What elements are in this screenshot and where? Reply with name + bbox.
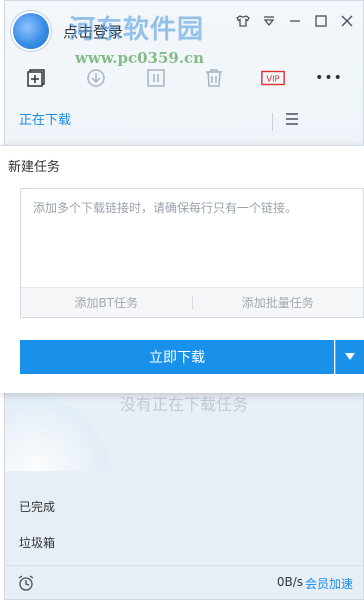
download-start-icon[interactable] [83,65,109,91]
add-batch-task-button[interactable]: 添加批量任务 [193,294,364,311]
trash-icon[interactable] [201,65,227,91]
vip-speed-link[interactable]: 会员加速 [305,575,353,592]
empty-area: 没有正在下载任务 [5,391,363,471]
status-bar: 0B/s 会员加速 [5,565,363,599]
download-speed: 0B/s [276,575,303,589]
add-bt-task-button[interactable]: 添加BT任务 [21,294,192,311]
download-now-button[interactable]: 立即下载 [20,340,334,374]
close-icon[interactable] [339,13,355,29]
list-menu-icon[interactable] [284,111,300,127]
vip-icon[interactable]: VIP [259,65,287,91]
link-input-box: 添加BT任务 添加批量任务 [20,188,364,318]
shirt-icon[interactable] [235,13,251,29]
svg-text:VIP: VIP [266,74,279,84]
title-bar: 点击登录 河东软件园 [5,1,363,55]
caret-down-icon [345,353,355,360]
download-options-dropdown[interactable] [335,340,364,374]
maximize-icon[interactable] [313,13,329,29]
chevron-down-outline-icon[interactable] [261,13,277,29]
tabs-divider [272,113,273,131]
tabs-row: 正在下载 [5,99,363,143]
empty-message: 没有正在下载任务 [119,395,248,414]
new-task-icon[interactable] [23,65,49,91]
more-icon-glyph: ••• [315,70,343,86]
pause-icon[interactable] [143,65,169,91]
tab-downloading[interactable]: 正在下载 [19,109,71,128]
more-icon[interactable]: ••• [315,65,343,91]
minimize-icon[interactable] [287,13,303,29]
watermark-text: 河东软件园 [69,15,205,45]
avatar[interactable] [11,11,51,51]
link-input[interactable] [21,189,363,289]
toolbar: VIP ••• [5,59,363,99]
sidebar-item-completed[interactable]: 已完成 [19,498,55,515]
alarm-clock-icon[interactable] [17,574,35,592]
window-controls [235,13,355,29]
dialog-title: 新建任务 [8,160,61,175]
sidebar-item-trash[interactable]: 垃圾箱 [19,534,55,551]
input-actions: 添加BT任务 添加批量任务 [21,287,363,317]
new-task-dialog: 新建任务 添加BT任务 添加批量任务 立即下载 [0,145,364,393]
